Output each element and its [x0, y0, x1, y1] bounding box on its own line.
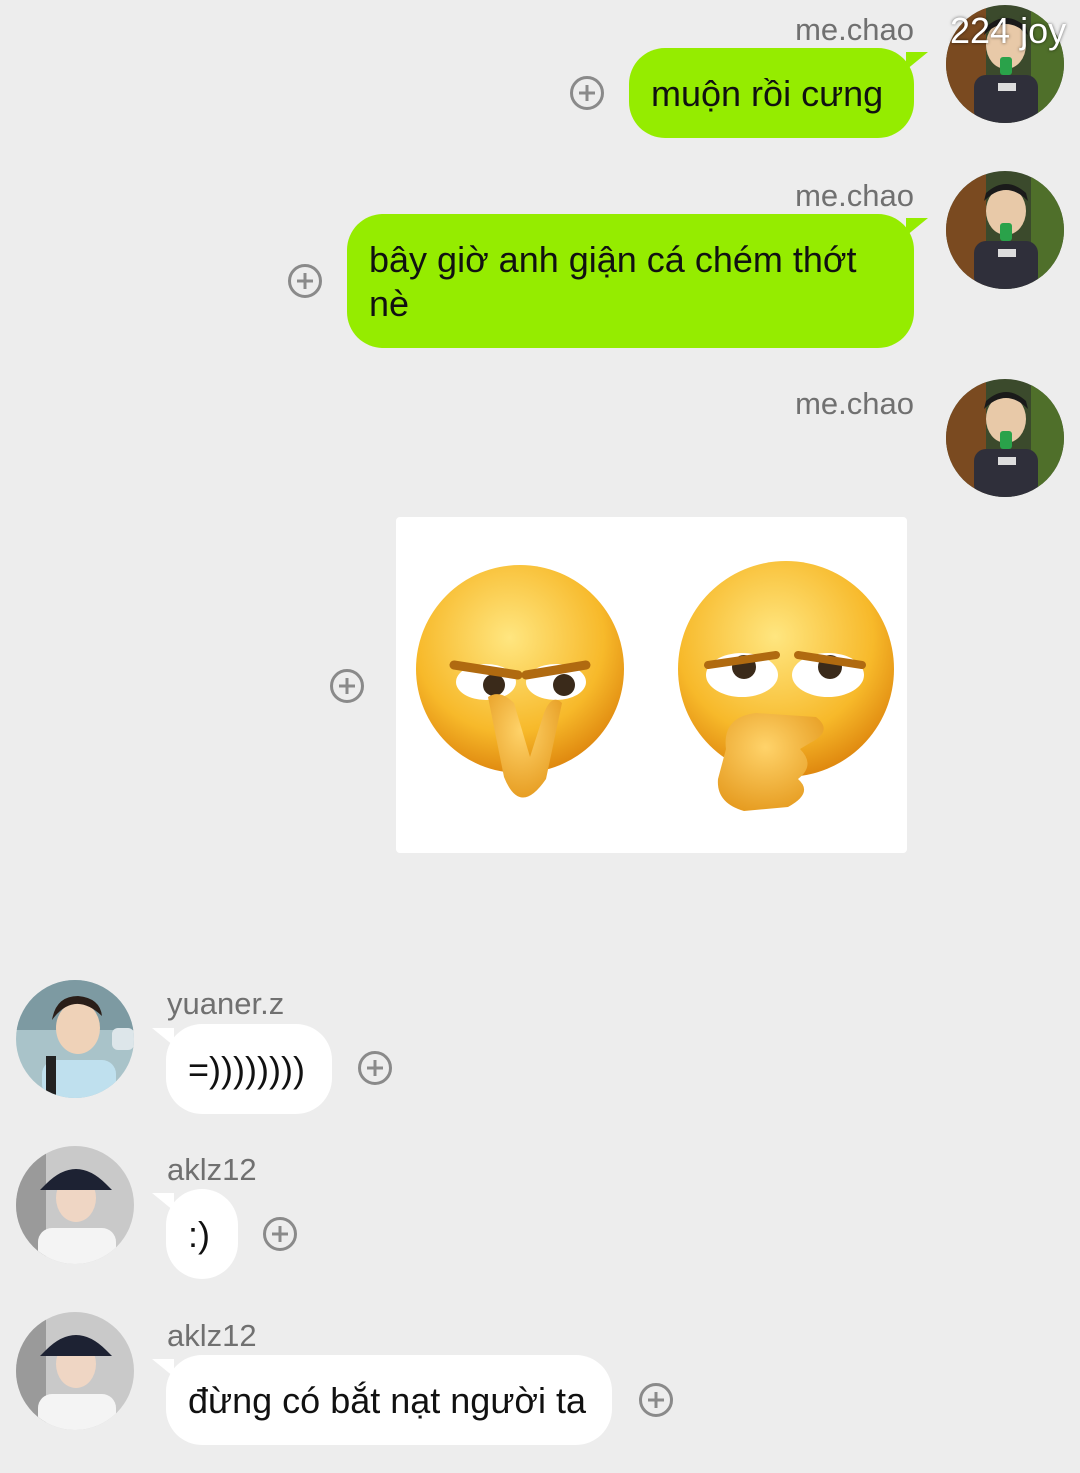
sender-name: me.chao [795, 12, 914, 47]
add-reaction-icon[interactable] [263, 1217, 297, 1251]
message-text: muộn rồi cưng [651, 73, 884, 114]
add-reaction-icon[interactable] [639, 1383, 673, 1417]
message-bubble-received[interactable]: =)))))))) [166, 1024, 332, 1114]
sender-name: aklz12 [167, 1318, 257, 1353]
smirk-emoji-right [678, 561, 894, 811]
message-text: :) [188, 1214, 210, 1255]
add-reaction-icon[interactable] [358, 1051, 392, 1085]
message-bubble-sent[interactable]: bây giờ anh giận cá chém thớt nè [347, 214, 914, 348]
sender-name: yuaner.z [167, 986, 285, 1021]
avatar-aklz12[interactable] [16, 1146, 134, 1264]
message-bubble-sent[interactable]: muộn rồi cưng [629, 48, 914, 138]
message-text: bây giờ anh giận cá chém thớt nè [369, 239, 857, 324]
sender-name: aklz12 [167, 1152, 257, 1187]
bubble-tail [152, 1193, 174, 1211]
avatar-yuaner-z[interactable] [16, 980, 134, 1098]
avatar-aklz12[interactable] [16, 1312, 134, 1430]
add-reaction-icon[interactable] [330, 669, 364, 703]
message-bubble-received[interactable]: đừng có bắt nạt người ta [166, 1355, 612, 1445]
emoji-sticker-image[interactable] [396, 517, 907, 853]
add-reaction-icon[interactable] [570, 76, 604, 110]
bubble-tail [152, 1359, 174, 1377]
sender-name: me.chao [795, 178, 914, 213]
avatar-me-chao[interactable] [946, 171, 1064, 289]
message-bubble-received[interactable]: :) [166, 1189, 238, 1279]
sender-name: me.chao [795, 386, 914, 421]
avatar-me-chao[interactable] [946, 379, 1064, 497]
message-text: đừng có bắt nạt người ta [188, 1380, 587, 1421]
watermark-text: 224 joy [950, 10, 1067, 51]
bubble-tail [906, 52, 928, 70]
bubble-tail [152, 1028, 174, 1046]
message-text: =)))))))) [188, 1049, 305, 1090]
add-reaction-icon[interactable] [288, 264, 322, 298]
bubble-tail [906, 218, 928, 236]
smirk-emoji-left [416, 565, 624, 798]
